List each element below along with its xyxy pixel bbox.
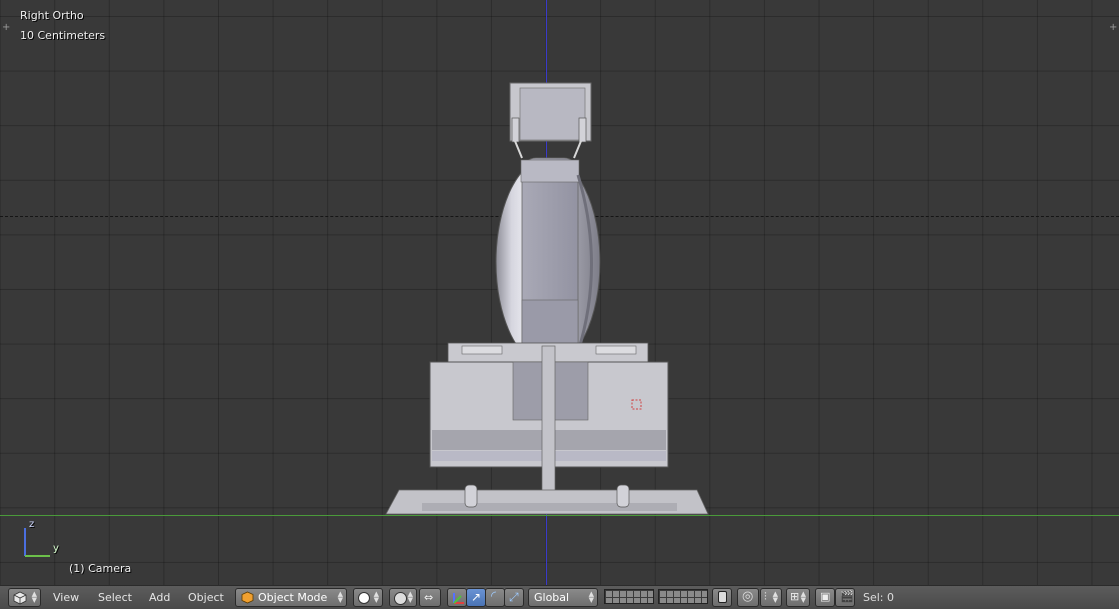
camera-model[interactable] [0, 0, 1119, 585]
menu-select[interactable]: Select [98, 590, 132, 606]
updown-arrows-icon: ▲ ▼ [407, 590, 413, 604]
axis-z-label: z [29, 519, 35, 530]
mode-label: Object Mode [258, 591, 328, 604]
lock-camera-button[interactable] [712, 588, 732, 607]
updown-arrows-icon: ▲ ▼ [31, 590, 37, 604]
mode-dropdown[interactable]: Object Mode ▲ ▼ [235, 588, 347, 607]
clapperboard-icon: 🎬 [840, 590, 854, 603]
selection-status: Sel: 0 [863, 591, 895, 604]
editor-type-button[interactable]: ▲ ▼ [8, 588, 41, 607]
axis-y-label: y [53, 543, 59, 554]
orientation-label: Global [534, 591, 570, 604]
menu-view[interactable]: View [53, 590, 79, 606]
scale-manipulator-button[interactable]: ⤢ [504, 588, 524, 607]
camera-render-icon: ▣ [820, 590, 831, 603]
pivot-icon [394, 592, 407, 605]
object-mode-icon [241, 591, 254, 604]
pivot-point-button[interactable]: ▲ ▼ [389, 588, 417, 607]
proportional-edit-icon: ◎ [742, 589, 754, 604]
layers-group-2[interactable] [658, 589, 708, 604]
active-object-label: (1) Camera [69, 562, 132, 575]
transform-orientation-dropdown[interactable]: Global ▲ ▼ [528, 588, 598, 607]
manipulate-center-button[interactable]: ⇔ [419, 588, 441, 607]
updown-arrows-icon: ▲ ▼ [588, 590, 594, 604]
manipulator-toggle-button[interactable] [447, 588, 467, 607]
updown-arrows-icon: ▲ ▼ [772, 590, 778, 604]
rotate-manipulator-button[interactable]: ◜ [485, 588, 505, 607]
lens-ring-part [495, 157, 601, 369]
updown-arrows-icon: ▲ ▼ [800, 590, 806, 604]
scale-icon: ⤢ [509, 590, 519, 604]
transform-axes-icon [453, 593, 464, 604]
snap-element-dropdown[interactable]: ⊞ ▲ ▼ [786, 588, 810, 607]
opengl-animation-button[interactable]: 🎬 [835, 588, 855, 607]
view3d-header: ▲ ▼ View Select Add Object Object Mode ▲ ▼… [0, 585, 1119, 609]
solid-shading-icon [358, 592, 370, 604]
monitor-part [509, 82, 592, 159]
menu-add[interactable]: Add [149, 590, 170, 606]
updown-arrows-icon: ▲ ▼ [373, 590, 379, 604]
axis-gizmo [24, 528, 50, 557]
updown-arrows-icon: ▲ ▼ [337, 590, 343, 604]
center-points-icon: ⇔ [424, 591, 434, 604]
cube-icon [13, 591, 27, 605]
translate-manipulator-button[interactable]: ↗ [466, 588, 486, 607]
opengl-render-button[interactable]: ▣ [815, 588, 835, 607]
snap-toggle-button[interactable]: ⫶ ▲ ▼ [760, 588, 782, 607]
proportional-edit-button[interactable]: ◎ [737, 588, 759, 607]
viewport-shading-button[interactable]: ▲ ▼ [353, 588, 383, 607]
snap-element-icon: ⊞ [790, 590, 800, 603]
snap-icon: ⫶ [764, 590, 767, 603]
stand-pole-part [541, 345, 556, 493]
rotate-arc-icon: ◜ [491, 589, 497, 604]
menu-object[interactable]: Object [188, 590, 224, 606]
arrow-icon: ↗ [471, 590, 482, 604]
layer-lock-icon [718, 591, 727, 603]
layers-group-1[interactable] [604, 589, 654, 604]
3d-viewport[interactable]: Right Ortho 10 Centimeters + + z y (1) C… [0, 0, 1119, 585]
